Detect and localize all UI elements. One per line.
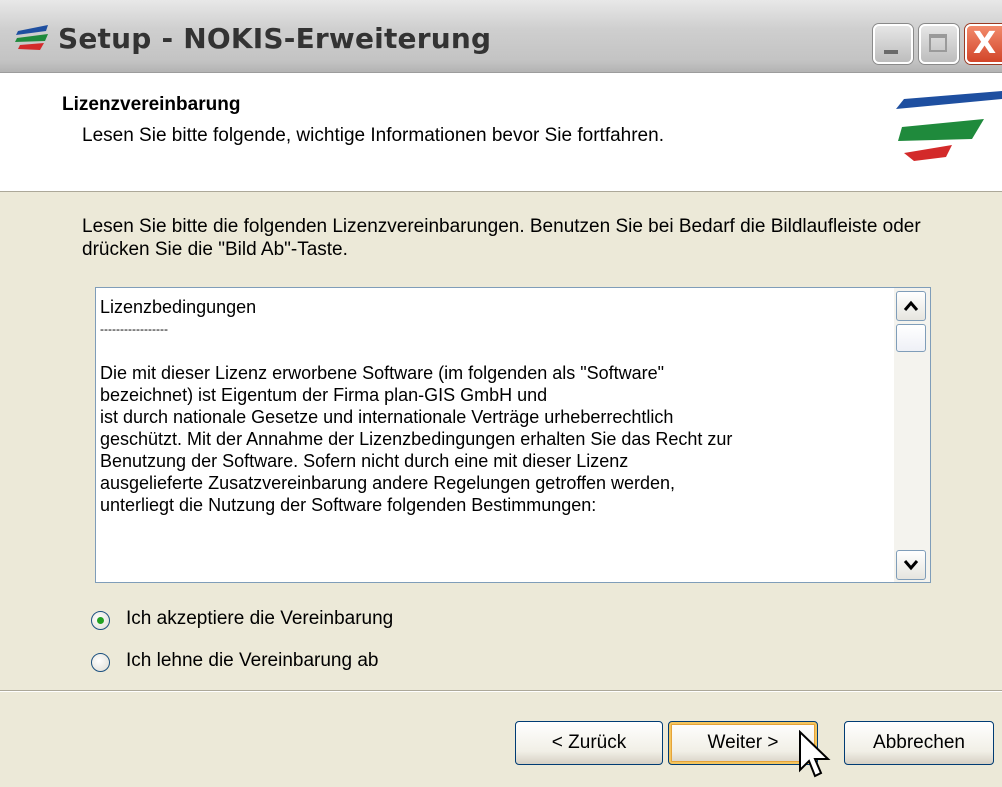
mouse-cursor-icon — [799, 730, 831, 778]
scroll-up-button[interactable] — [896, 291, 926, 321]
setup-window: Setup - NOKIS-Erweiterung X Lizenzverein… — [0, 0, 1002, 787]
license-instructions: Lesen Sie bitte die folgenden Lizenzvere… — [82, 216, 921, 260]
decline-label[interactable]: Ich lehne die Vereinbarung ab — [126, 650, 378, 672]
license-line: Die mit dieser Lizenz erworbene Software… — [100, 363, 665, 383]
minimize-button[interactable] — [873, 24, 913, 64]
page-subtitle: Lesen Sie bitte folgende, wichtige Infor… — [82, 125, 664, 146]
radio-dot — [97, 617, 104, 624]
nokis-logo — [896, 91, 1002, 161]
minimize-icon — [884, 50, 898, 54]
license-line: bezeichnet) ist Eigentum der Firma plan-… — [100, 385, 548, 405]
maximize-icon — [929, 34, 947, 52]
back-button[interactable]: < Zurück — [515, 721, 663, 765]
chevron-up-icon — [903, 300, 919, 311]
title-bar[interactable]: Setup - NOKIS-Erweiterung X — [0, 0, 1002, 73]
license-line: Lizenzbedingungen — [100, 297, 257, 317]
setup-app-icon — [15, 25, 48, 50]
window-title: Setup - NOKIS-Erweiterung — [58, 22, 492, 55]
close-icon: X — [973, 26, 997, 61]
license-line: geschützt. Mit der Annahme der Lizenzbed… — [100, 429, 733, 449]
accept-label[interactable]: Ich akzeptiere die Vereinbarung — [126, 608, 393, 630]
license-textbox[interactable]: Lizenzbedingungen ----------------- Die … — [95, 287, 931, 583]
license-line: Benutzung der Software. Sofern nicht dur… — [100, 451, 629, 471]
license-line — [100, 340, 890, 362]
next-button[interactable]: Weiter > — [668, 721, 818, 765]
license-line: unterliegt die Nutzung der Software folg… — [100, 495, 597, 515]
scroll-thumb[interactable] — [896, 324, 926, 352]
license-line: ----------------- — [100, 322, 168, 336]
scroll-down-button[interactable] — [896, 550, 926, 580]
chevron-down-icon — [903, 560, 919, 571]
footer-divider-highlight — [0, 691, 1002, 692]
license-line: ist durch nationale Gesetze und internat… — [100, 407, 674, 427]
radio-selected-icon[interactable] — [91, 611, 110, 630]
maximize-button[interactable] — [919, 24, 959, 64]
wizard-header: Lizenzvereinbarung Lesen Sie bitte folge… — [0, 73, 1002, 192]
close-button[interactable]: X — [965, 24, 1002, 64]
page-title: Lizenzvereinbarung — [62, 94, 241, 115]
license-text: Lizenzbedingungen ----------------- Die … — [100, 296, 890, 516]
cancel-button[interactable]: Abbrechen — [844, 721, 994, 765]
license-line: ausgelieferte Zusatzvereinbarung andere … — [100, 473, 676, 493]
radio-unselected-icon[interactable] — [91, 653, 110, 672]
license-scrollbar[interactable] — [894, 288, 930, 582]
